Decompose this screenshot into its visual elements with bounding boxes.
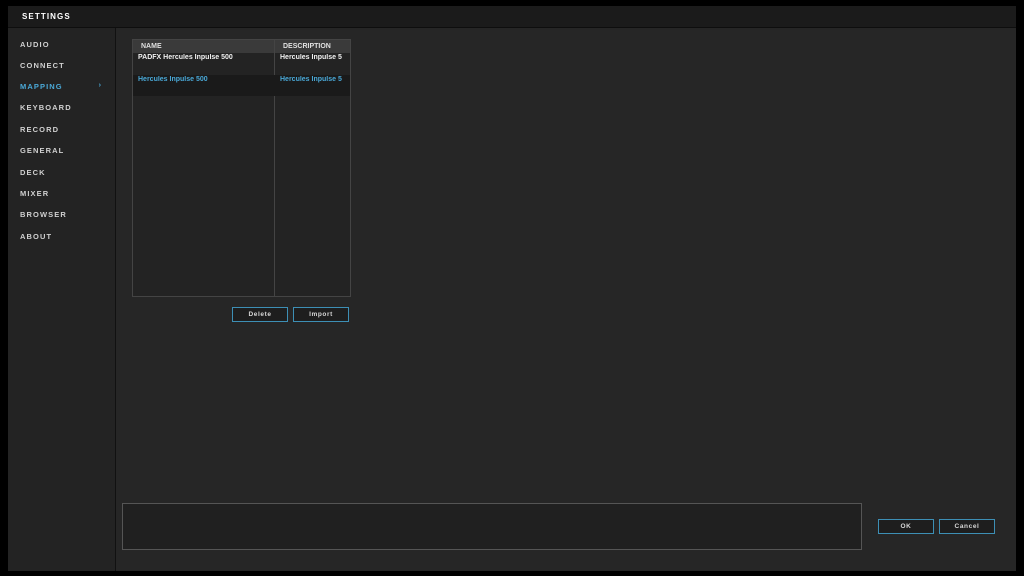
sidebar-item-keyboard[interactable]: KEYBOARD bbox=[20, 103, 102, 117]
sidebar-item-record[interactable]: RECORD bbox=[20, 125, 102, 139]
window-title: SETTINGS bbox=[22, 12, 71, 21]
info-panel bbox=[122, 503, 862, 550]
sidebar-item-about[interactable]: ABOUT bbox=[20, 232, 102, 246]
import-button[interactable]: Import bbox=[293, 307, 349, 322]
settings-window: SETTINGS AUDIO CONNECT MAPPING › KEYBOARD… bbox=[8, 6, 1016, 571]
sidebar-item-audio[interactable]: AUDIO bbox=[20, 40, 102, 54]
ok-button[interactable]: OK bbox=[878, 519, 934, 534]
sidebar-item-label: RECORD bbox=[20, 125, 60, 134]
chevron-right-icon: › bbox=[98, 82, 102, 89]
sidebar-item-label: MAPPING bbox=[20, 82, 63, 91]
column-header-description[interactable]: DESCRIPTION bbox=[275, 40, 350, 53]
sidebar-item-label: GENERAL bbox=[20, 146, 65, 155]
sidebar-item-label: ABOUT bbox=[20, 232, 53, 241]
cell-name: PADFX Hercules Inpulse 500 bbox=[138, 54, 233, 61]
settings-sidebar: AUDIO CONNECT MAPPING › KEYBOARD RECORD G… bbox=[8, 28, 116, 571]
sidebar-item-connect[interactable]: CONNECT bbox=[20, 61, 102, 75]
sidebar-item-mixer[interactable]: MIXER bbox=[20, 189, 102, 203]
sidebar-item-general[interactable]: GENERAL bbox=[20, 146, 102, 160]
sidebar-item-label: AUDIO bbox=[20, 40, 50, 49]
cancel-button[interactable]: Cancel bbox=[939, 519, 995, 534]
cell-description: Hercules Inpulse 5 bbox=[280, 54, 342, 61]
sidebar-item-label: DECK bbox=[20, 168, 46, 177]
table-row[interactable]: PADFX Hercules Inpulse 500 Hercules Inpu… bbox=[133, 53, 350, 74]
sidebar-item-label: MIXER bbox=[20, 189, 50, 198]
sidebar-item-browser[interactable]: BROWSER bbox=[20, 210, 102, 224]
title-bar: SETTINGS bbox=[8, 6, 1016, 28]
mapping-table[interactable]: NAME DESCRIPTION PADFX Hercules Inpulse … bbox=[132, 39, 351, 297]
sidebar-item-label: BROWSER bbox=[20, 210, 67, 219]
sidebar-item-label: CONNECT bbox=[20, 61, 65, 70]
cell-name: Hercules Inpulse 500 bbox=[138, 76, 208, 83]
sidebar-item-label: KEYBOARD bbox=[20, 103, 72, 112]
sidebar-item-deck[interactable]: DECK bbox=[20, 168, 102, 182]
table-row-selected[interactable]: Hercules Inpulse 500 Hercules Inpulse 5 bbox=[133, 75, 350, 96]
sidebar-item-mapping[interactable]: MAPPING › bbox=[20, 82, 102, 96]
column-header-name[interactable]: NAME bbox=[133, 40, 274, 53]
delete-button[interactable]: Delete bbox=[232, 307, 288, 322]
cell-description: Hercules Inpulse 5 bbox=[280, 76, 342, 83]
